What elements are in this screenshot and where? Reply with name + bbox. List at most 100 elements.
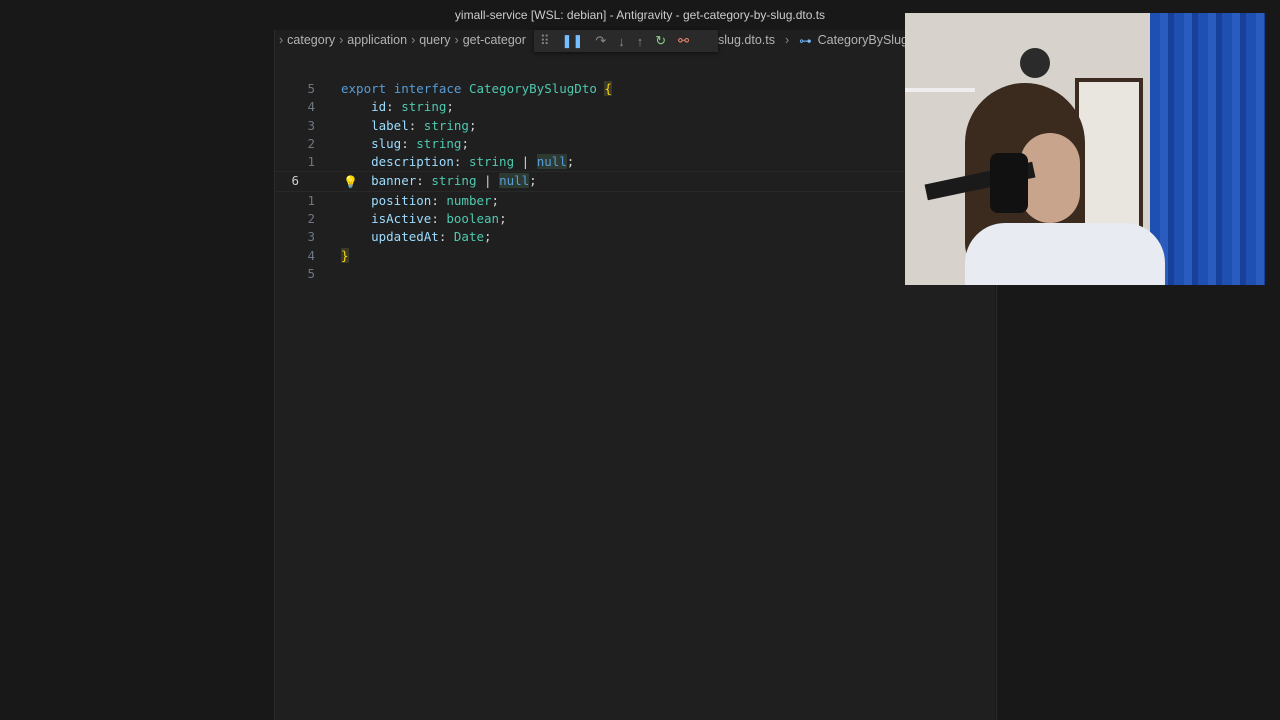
chevron-right-icon: › [339,33,344,47]
code-token: : [431,192,447,208]
debug-toolbar: ⠿ ❚❚ ↷ ↓ ↑ ↻ ⚯ [534,30,718,52]
code-text: position: number; [341,192,499,210]
code-token: : [431,211,447,227]
step-over-icon[interactable]: ↷ [595,33,606,49]
code-text: isActive: boolean; [341,210,507,228]
breadcrumb-item-application[interactable]: application [347,33,407,47]
code-token: position [341,192,432,208]
code-token: : [438,229,454,245]
code-line[interactable]: 6 💡 banner: string | null; [275,171,995,192]
line-number: 5 [307,265,315,281]
code-token: string [423,117,469,133]
code-token: ; [446,99,454,115]
disconnect-icon[interactable]: ⚯ [678,33,689,49]
line-number: 5 [307,81,315,96]
code-line[interactable]: 2 slug: string; [275,135,995,153]
chevron-right-icon: › [279,33,284,47]
code-line[interactable]: 1 position: number; [275,192,995,210]
code-token: | [514,154,537,170]
chevron-right-icon: › [411,33,416,47]
code-text: export interface CategoryBySlugDto { [341,80,612,98]
webcam-shelf [905,88,975,92]
code-line[interactable]: 3 updatedAt: Date; [275,228,995,246]
symbol-interface-icon: ⊶ [799,33,812,48]
code-token: { [604,81,612,96]
code-line[interactable]: 4} [275,247,995,265]
code-text: updatedAt: Date; [341,228,492,246]
line-number: 1 [307,154,315,170]
line-number: 6 [291,173,299,189]
code-text: label: string; [341,117,476,135]
code-token: string [416,135,462,151]
code-token: : [453,154,469,170]
window-title: yimall-service [WSL: debian] - Antigravi… [454,8,826,22]
code-token: description [341,154,454,170]
code-token: boolean [446,211,500,227]
code-line[interactable]: 5 [275,265,995,283]
code-text: banner: string | null; [341,172,537,190]
code-token: string [468,154,515,170]
code-token: Date [453,229,485,245]
line-number: 1 [307,192,315,208]
code-token: export [341,81,394,96]
code-token: null [499,173,530,189]
webcam-person-shirt [965,223,1165,285]
webcam-overlay [905,13,1265,285]
line-number: 4 [307,247,315,263]
code-line[interactable]: 1 description: string | null; [275,153,995,171]
code-token: number [446,192,492,208]
breadcrumb-item-folder[interactable]: get-categor [463,33,526,47]
step-into-icon[interactable]: ↓ [618,34,625,49]
editor-pane[interactable]: › category › application › query › get-c… [275,30,995,720]
step-out-icon[interactable]: ↑ [637,34,644,49]
code-text: id: string; [341,98,454,116]
webcam-recording-dot [1020,48,1050,78]
code-token: string [401,99,447,115]
code-token: ; [461,135,469,151]
code-token: null [536,154,567,170]
code-token: interface [393,81,469,96]
code-token: : [386,99,402,115]
line-number: 3 [307,229,315,245]
code-text: } [341,247,349,265]
code-token: ; [529,173,537,189]
restart-icon[interactable]: ↻ [655,33,666,49]
code-token: ; [491,192,500,208]
breadcrumb-item-query[interactable]: query [419,33,450,47]
code-token: ; [484,229,492,245]
line-number: 2 [307,211,315,227]
microphone-icon [990,153,1028,213]
code-token: id [341,99,387,115]
code-token: : [408,117,424,133]
webcam-curtain [1150,13,1265,285]
code-token: ; [499,211,507,227]
pause-icon[interactable]: ❚❚ [562,33,584,49]
code-area[interactable]: 5 export interface CategoryBySlugDto {4 i… [275,80,995,283]
breadcrumb-symbol[interactable]: CategoryBySlugD [818,33,917,47]
code-token: slug [341,135,402,151]
code-token: ; [566,154,575,170]
code-line[interactable]: 4 id: string; [275,98,995,116]
code-token: ; [468,117,477,133]
code-line[interactable]: 2 isActive: boolean; [275,210,995,228]
grip-icon[interactable]: ⠿ [540,33,550,49]
code-line[interactable]: 5 export interface CategoryBySlugDto { [275,80,995,98]
chevron-right-icon: › [454,33,459,47]
code-token: CategoryBySlugDto [468,81,605,96]
chevron-right-icon: › [784,33,790,47]
code-line[interactable]: 3 label: string; [275,117,995,135]
code-token: label [341,117,409,133]
code-token: string [431,173,477,189]
code-text: description: string | null; [341,153,574,171]
breadcrumb-item-category[interactable]: category [287,33,335,47]
code-token: banner [341,173,417,189]
code-token: isActive [341,211,432,227]
line-number: 2 [307,135,315,151]
line-number: 4 [307,99,315,115]
code-text: slug: string; [341,135,469,153]
line-number: 3 [307,117,315,133]
code-token: : [416,173,432,189]
breadcrumb-file[interactable]: slug.dto.ts [718,33,775,47]
breadcrumb-tail: slug.dto.ts › ⊶ CategoryBySlugD [718,30,917,50]
code-token: updatedAt [341,229,439,245]
